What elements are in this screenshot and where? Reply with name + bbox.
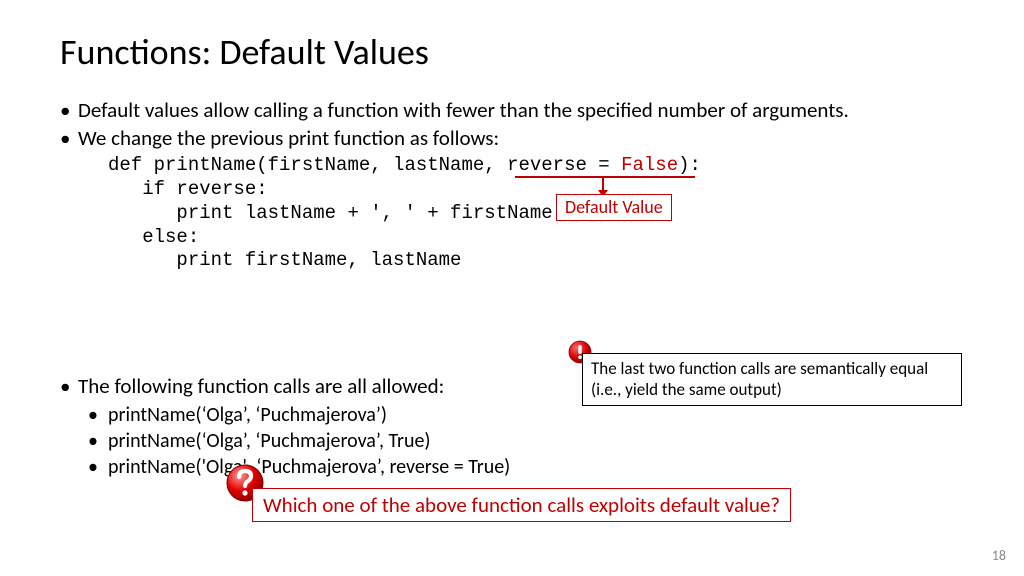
code-l3: print lastName + ', ' + firstName — [108, 202, 553, 224]
code-false: False — [621, 154, 678, 176]
call-2: printName(‘Olga’, ‘Puchmajerova’, True) — [88, 428, 964, 454]
underline-annotation — [515, 176, 695, 178]
code-l5: print firstName, lastName — [108, 249, 461, 271]
code-l1c: ): — [678, 154, 701, 176]
code-block: def printName(firstName, lastName, rever… — [108, 154, 964, 368]
question-box: Which one of the above function calls ex… — [252, 488, 791, 522]
code-l2: if reverse: — [108, 178, 268, 200]
default-value-label: Default Value — [556, 194, 672, 221]
call-3: printName('Olga', ‘Puchmajerova’, revers… — [88, 454, 964, 480]
code-l4: else: — [108, 226, 199, 248]
bullet-1: Default values allow calling a function … — [60, 98, 964, 122]
call-1: printName(‘Olga’, ‘Puchmajerova’) — [88, 402, 964, 428]
arrow-down-icon — [602, 178, 604, 192]
slide-title: Functions: Default Values — [60, 30, 964, 74]
bullet-2: We change the previous print function as… — [60, 126, 964, 150]
page-number: 18 — [992, 547, 1006, 564]
note-box: The last two function calls are semantic… — [582, 353, 962, 406]
code-l1a: def printName(firstName, lastName, rever… — [108, 154, 621, 176]
